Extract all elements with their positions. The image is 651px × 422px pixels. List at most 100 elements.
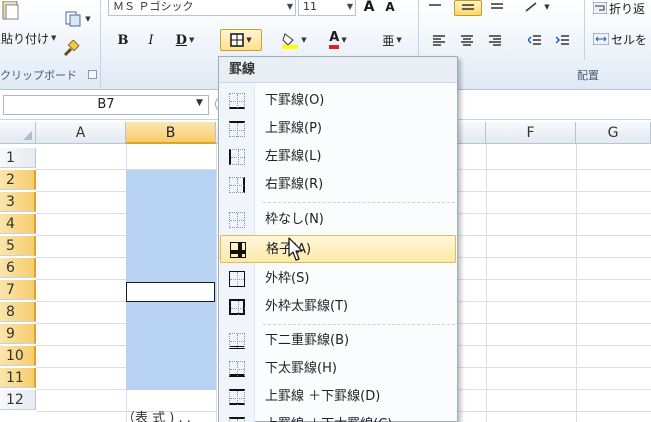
bold-icon[interactable]: B bbox=[112, 30, 134, 50]
gridline bbox=[486, 144, 487, 422]
font-name-value: ＭＳ Ｐゴシック bbox=[113, 0, 194, 13]
row-header-9[interactable]: 9 bbox=[0, 324, 36, 344]
align-left-icon[interactable] bbox=[428, 30, 450, 50]
chevron-down-icon: ▼ bbox=[341, 36, 347, 44]
paste-button[interactable]: 貼り付け ▼ bbox=[0, 28, 58, 48]
row-header-1[interactable]: 1 bbox=[0, 148, 36, 168]
decrease-indent-icon[interactable] bbox=[524, 30, 546, 50]
align-center-icon[interactable] bbox=[456, 30, 478, 50]
row-header-5[interactable]: 5 bbox=[0, 236, 36, 256]
menu-item-label: 右罫線(R) bbox=[265, 177, 324, 192]
paste-icon[interactable] bbox=[0, 0, 22, 22]
increase-indent-icon[interactable] bbox=[552, 30, 574, 50]
align-top-icon[interactable] bbox=[424, 0, 446, 14]
format-painter-icon[interactable] bbox=[60, 38, 82, 60]
menu-item-label: 下罫線(O) bbox=[265, 93, 325, 108]
menu-item-all-borders[interactable]: 格子(A) bbox=[220, 235, 456, 263]
font-color-button[interactable]: A ▼ bbox=[318, 29, 358, 51]
menu-item-label: 外枠(S) bbox=[265, 271, 310, 286]
menu-item-double-bottom-border[interactable]: 下二重罫線(B) bbox=[220, 327, 456, 355]
borders-button[interactable]: ▼ bbox=[220, 29, 262, 51]
chevron-down-icon[interactable]: ▼ bbox=[196, 98, 203, 108]
clipboard-group-label: クリップボード bbox=[0, 69, 77, 82]
top-thick-bottom-border-icon bbox=[229, 417, 245, 422]
outside-border-icon bbox=[229, 271, 245, 287]
wrap-text-label: 折り返 bbox=[609, 1, 646, 16]
row-header-12[interactable]: 12 bbox=[0, 390, 36, 410]
chevron-down-icon: ▼ bbox=[246, 36, 252, 44]
chevron-down-icon: ▼ bbox=[396, 36, 402, 44]
underline-icon[interactable]: D ▼ bbox=[168, 30, 202, 50]
row-header-6[interactable]: 6 bbox=[0, 258, 36, 278]
merge-center-label: セルを bbox=[611, 32, 648, 47]
italic-icon[interactable]: I bbox=[140, 30, 162, 50]
menu-item-top-bottom-border[interactable]: 上罫線 ＋下罫線(D) bbox=[220, 383, 456, 411]
menu-item-label: 左罫線(L) bbox=[265, 149, 322, 164]
top-bottom-border-icon bbox=[229, 389, 245, 405]
double-bottom-border-icon bbox=[229, 333, 245, 349]
row-header-10[interactable]: 10 bbox=[0, 346, 36, 366]
row-header-4[interactable]: 4 bbox=[0, 214, 36, 234]
grow-font-icon[interactable]: A bbox=[360, 0, 378, 15]
align-bottom-icon[interactable] bbox=[486, 0, 508, 14]
clipboard-launcher-icon[interactable] bbox=[88, 70, 97, 79]
menu-item-label: 上罫線(P) bbox=[265, 121, 322, 136]
group-divider bbox=[100, 0, 101, 88]
menu-item-label: 下二重罫線(B) bbox=[265, 333, 350, 348]
wrap-text-icon bbox=[593, 2, 607, 14]
row-header-11[interactable]: 11 bbox=[0, 368, 36, 388]
row-header-8[interactable]: 8 bbox=[0, 302, 36, 322]
font-name-combo[interactable]: ＭＳ Ｐゴシック ▼ bbox=[108, 0, 296, 16]
menu-item-thick-bottom-border[interactable]: 下太罫線(H) bbox=[220, 355, 456, 383]
menu-item-label: 枠なし(N) bbox=[265, 212, 324, 227]
align-right-icon[interactable] bbox=[484, 30, 506, 50]
gridline bbox=[576, 144, 577, 422]
chevron-down-icon: ▼ bbox=[544, 3, 550, 11]
orientation-icon[interactable]: ▼ bbox=[522, 0, 552, 14]
fill-color-button[interactable]: ▼ bbox=[276, 29, 312, 51]
menu-item-bottom-border[interactable]: 下罫線(O) bbox=[220, 87, 456, 115]
merge-center-button[interactable]: セルを bbox=[592, 29, 651, 49]
copy-icon[interactable]: ▼ bbox=[60, 8, 96, 30]
align-middle-icon[interactable] bbox=[454, 0, 482, 16]
row-header-7[interactable]: 7 bbox=[0, 280, 36, 300]
borders-icon bbox=[230, 33, 245, 47]
select-all-corner[interactable] bbox=[0, 122, 36, 144]
column-header-g[interactable]: G bbox=[576, 122, 651, 144]
menu-item-top-thick-bottom-border[interactable]: 上罫線 ＋下太罫線(C) bbox=[220, 411, 456, 422]
alignment-group-label: 配置 bbox=[577, 69, 599, 82]
chevron-down-icon: ▼ bbox=[346, 2, 353, 11]
gridline bbox=[216, 144, 217, 422]
menu-item-no-border[interactable]: 枠なし(N) bbox=[220, 206, 456, 234]
active-cell[interactable] bbox=[126, 282, 215, 302]
menu-item-right-border[interactable]: 右罫線(R) bbox=[220, 171, 456, 199]
borders-dropdown-menu: 罫線 下罫線(O) 上罫線(P) 左罫線(L) 右罫線(R) 枠なし(N) 格子… bbox=[218, 56, 458, 422]
merge-icon bbox=[593, 33, 609, 45]
font-size-value: 11 bbox=[303, 0, 317, 13]
chevron-down-icon: ▼ bbox=[286, 2, 293, 11]
selected-range[interactable] bbox=[126, 170, 216, 390]
mouse-cursor-icon bbox=[288, 237, 303, 261]
menu-item-top-border[interactable]: 上罫線(P) bbox=[220, 115, 456, 143]
menu-item-left-border[interactable]: 左罫線(L) bbox=[220, 143, 456, 171]
row-header-3[interactable]: 3 bbox=[0, 192, 36, 212]
column-header-a[interactable]: A bbox=[36, 122, 126, 144]
menu-item-label: 外枠太罫線(T) bbox=[265, 299, 349, 314]
column-header-b[interactable]: B bbox=[126, 122, 216, 144]
left-border-icon bbox=[229, 149, 245, 165]
shrink-font-icon[interactable]: A bbox=[382, 0, 398, 14]
name-box[interactable]: B7 bbox=[3, 95, 209, 115]
chevron-down-icon: ▼ bbox=[188, 36, 195, 44]
phonetic-guide-button[interactable]: 亜 ▼ bbox=[374, 29, 410, 51]
wrap-text-button[interactable]: 折り返 bbox=[592, 0, 651, 16]
menu-item-thick-outside-border[interactable]: 外枠太罫線(T) bbox=[220, 293, 456, 321]
row-header-2[interactable]: 2 bbox=[0, 170, 36, 190]
all-borders-icon bbox=[230, 242, 246, 258]
menu-item-label: 上罫線 ＋下罫線(D) bbox=[265, 389, 381, 404]
chevron-down-icon: ▼ bbox=[301, 36, 307, 44]
no-border-icon bbox=[229, 212, 245, 228]
menu-item-outside-border[interactable]: 外枠(S) bbox=[220, 265, 456, 293]
font-size-combo[interactable]: 11 ▼ bbox=[298, 0, 356, 16]
column-header-f[interactable]: F bbox=[486, 122, 576, 144]
menu-item-label: 下太罫線(H) bbox=[265, 361, 337, 376]
